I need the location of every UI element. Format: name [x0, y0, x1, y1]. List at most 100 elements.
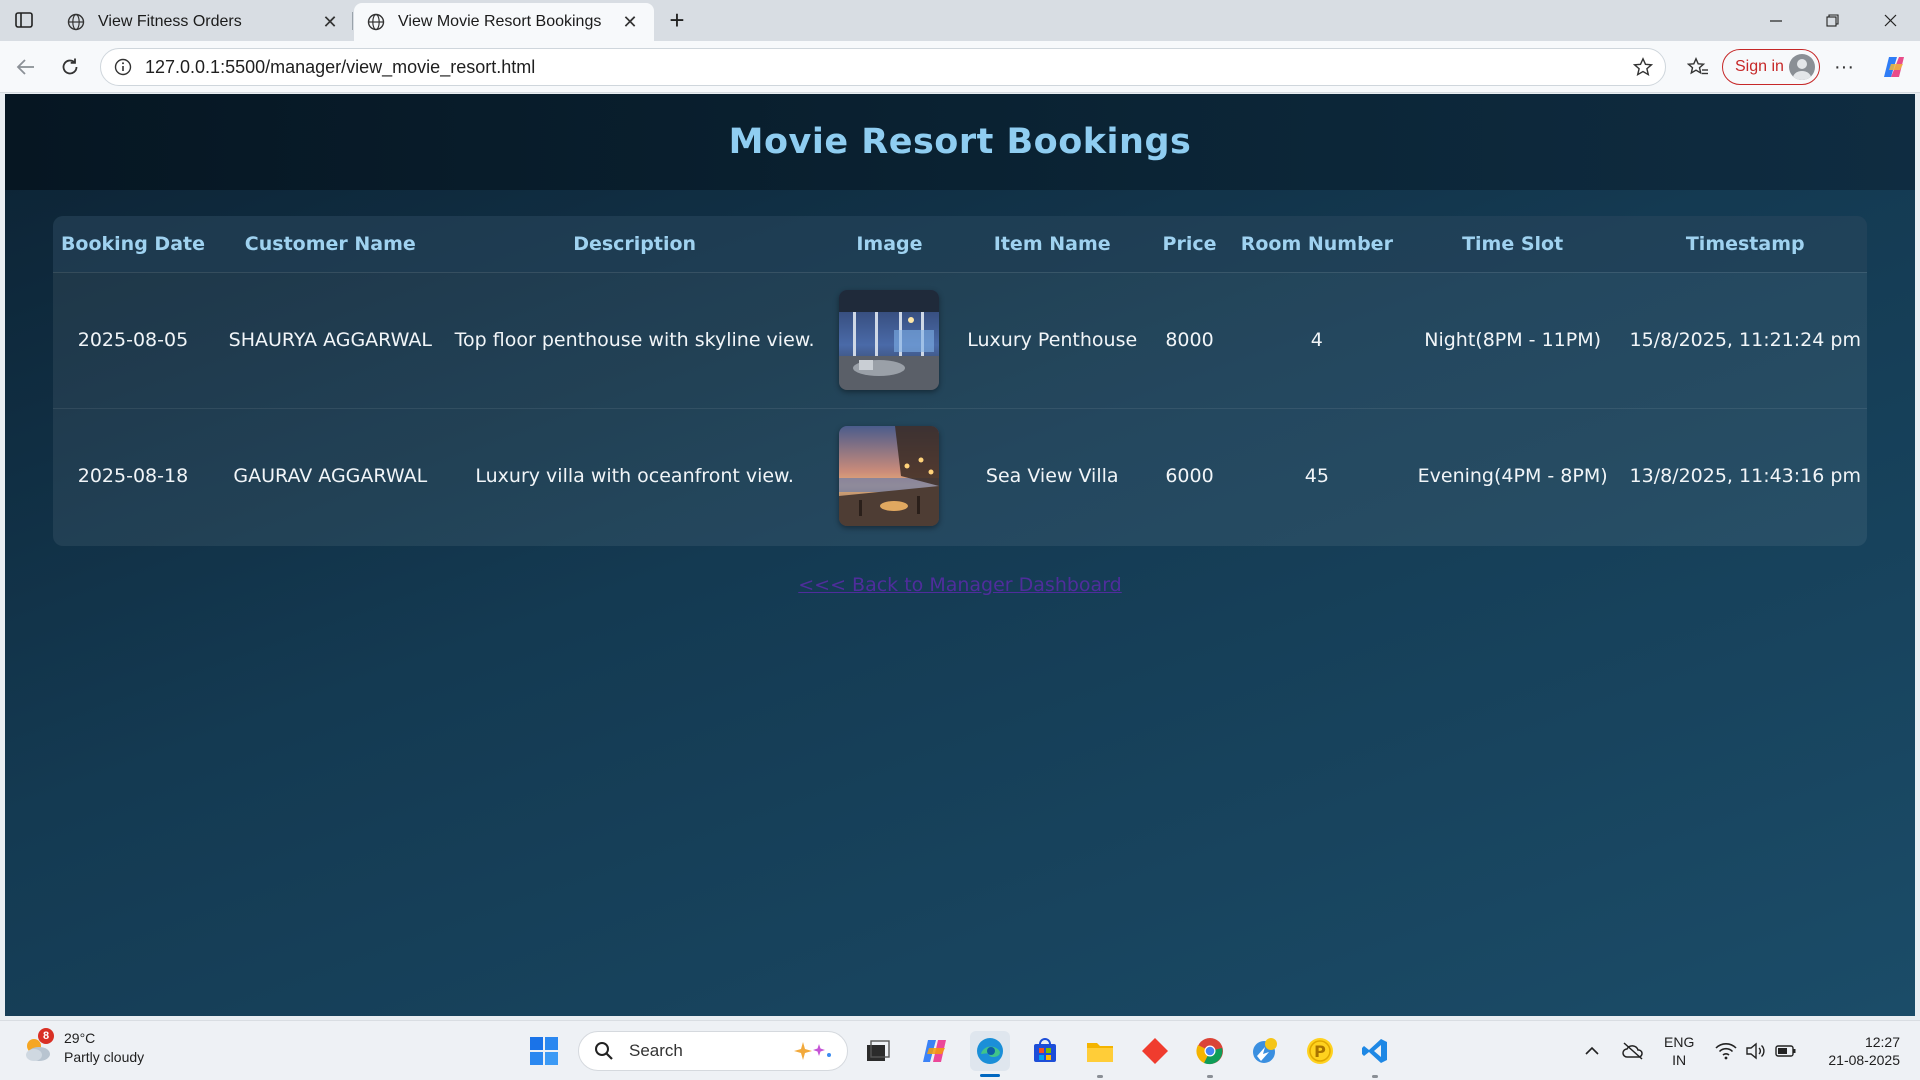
weather-widget[interactable]: 8 29°C Partly cloudy [20, 1028, 145, 1067]
cell-item-name: Sea View Villa [985, 465, 1119, 488]
vscode-icon[interactable] [1355, 1031, 1395, 1071]
edge-browser-icon[interactable] [970, 1031, 1010, 1071]
column-header-room-number: Room Number [1231, 216, 1402, 273]
copilot-app-icon[interactable] [915, 1031, 955, 1071]
table-header-row: Booking Date Customer Name Description I… [53, 216, 1867, 273]
tab-view-fitness-orders[interactable]: View Fitness Orders ✕ [54, 3, 354, 41]
python-app-icon[interactable] [1245, 1031, 1285, 1071]
page-body: Movie Resort Bookings Booking Date Custo… [5, 94, 1915, 1016]
clock-date: 21-08-2025 [1828, 1052, 1900, 1068]
sign-in-label: Sign in [1735, 58, 1784, 75]
cell-timestamp: 15/8/2025, 11:21:24 pm [1623, 272, 1867, 409]
column-header-timestamp: Timestamp [1623, 216, 1867, 273]
sparkle-icon [789, 1040, 835, 1067]
svg-text:P: P [1314, 1042, 1326, 1061]
cell-item-name: Luxury Penthouse [957, 272, 1148, 409]
browser-tab-bar: View Fitness Orders ✕ View Movie Resort … [0, 0, 1920, 41]
tab-separator [352, 12, 353, 30]
tab-view-movie-resort-bookings[interactable]: View Movie Resort Bookings ✕ [354, 3, 654, 41]
language-line-1: ENG [1664, 1034, 1695, 1050]
bookings-table-container: Booking Date Customer Name Description I… [53, 216, 1867, 546]
new-tab-button[interactable]: + [664, 7, 690, 34]
cell-price: 6000 [1165, 465, 1214, 488]
favorite-star-icon[interactable] [1631, 55, 1655, 79]
language-indicator[interactable]: ENG IN [1664, 1033, 1694, 1069]
column-header-booking-date: Booking Date [53, 216, 213, 273]
cell-booking-date: 2025-08-18 [77, 465, 189, 488]
cloud-offline-icon[interactable] [1620, 1039, 1646, 1063]
cell-description: Luxury villa with oceanfront view. [475, 465, 794, 488]
cell-price: 8000 [1147, 272, 1232, 409]
column-header-image: Image [821, 216, 958, 273]
restore-button[interactable] [1804, 0, 1860, 41]
column-header-time-slot: Time Slot [1401, 216, 1624, 273]
cell-customer-name: GAURAV AGGARWAL [233, 465, 428, 488]
weather-description: Partly cloudy [64, 1049, 145, 1065]
microsoft-store-icon[interactable] [1025, 1031, 1065, 1071]
luxury-penthouse-image [839, 290, 940, 390]
globe-icon [66, 12, 86, 32]
cell-time-slot: Evening(4PM - 8PM) [1417, 465, 1608, 488]
table-row: 2025-08-05 SHAURYA AGGARWAL Top floor pe… [53, 272, 1867, 409]
minimize-button[interactable] [1748, 0, 1804, 41]
back-arrow-icon[interactable] [10, 51, 42, 83]
clock[interactable]: 12:27 21-08-2025 [1810, 1033, 1900, 1069]
close-icon[interactable]: ✕ [620, 12, 640, 32]
cell-room-number: 4 [1231, 272, 1402, 409]
favorites-icon[interactable] [1684, 53, 1712, 81]
running-app-indicator [1097, 1075, 1103, 1078]
cell-image [822, 408, 958, 544]
cell-time-slot: Night(8PM - 11PM) [1401, 272, 1624, 409]
task-view-icon[interactable] [858, 1031, 898, 1071]
cell-booking-date: 2025-08-05 [53, 272, 213, 409]
cell-timestamp: 13/8/2025, 11:43:16 pm [1629, 465, 1861, 488]
sign-in-button[interactable]: Sign in [1722, 49, 1820, 85]
url-text[interactable]: 127.0.0.1:5500/manager/view_movie_resort… [145, 57, 1631, 78]
sea-view-villa-image [839, 426, 940, 527]
weather-icon: 8 [20, 1028, 56, 1066]
git-app-icon[interactable] [1135, 1031, 1175, 1071]
url-bar[interactable]: 127.0.0.1:5500/manager/view_movie_resort… [100, 48, 1666, 86]
back-link-container: <<< Back to Manager Dashboard [5, 574, 1915, 596]
p-app-icon[interactable]: P [1300, 1031, 1340, 1071]
back-to-dashboard-link[interactable]: <<< Back to Manager Dashboard [798, 574, 1121, 596]
table-row: 2025-08-18 GAURAV AGGARWAL Luxury villa … [53, 408, 1867, 544]
battery-icon[interactable] [1774, 1039, 1798, 1063]
avatar [1789, 54, 1815, 80]
chevron-up-icon[interactable] [1582, 1039, 1602, 1063]
close-window-button[interactable] [1862, 0, 1918, 41]
cell-room-number: 45 [1304, 465, 1329, 488]
wifi-icon[interactable] [1714, 1039, 1738, 1063]
running-app-indicator [1207, 1075, 1213, 1078]
taskbar-search[interactable]: Search [578, 1031, 848, 1071]
weather-temperature: 29°C [64, 1030, 96, 1046]
chrome-icon[interactable] [1190, 1031, 1230, 1071]
notification-badge: 8 [38, 1028, 54, 1044]
more-options-icon[interactable]: ··· [1830, 53, 1858, 81]
volume-icon[interactable] [1744, 1039, 1768, 1063]
file-explorer-icon[interactable] [1080, 1031, 1120, 1071]
copilot-icon[interactable] [1878, 51, 1910, 83]
running-app-indicator [1372, 1075, 1378, 1078]
cell-customer-name: SHAURYA AGGARWAL [212, 272, 448, 409]
page-title: Movie Resort Bookings [728, 122, 1192, 162]
column-header-price: Price [1147, 216, 1232, 273]
close-icon[interactable]: ✕ [320, 12, 340, 32]
globe-icon [366, 12, 386, 32]
taskbar: 8 29°C Partly cloudy Search P ENG IN 12:… [0, 1020, 1920, 1080]
active-app-indicator [980, 1074, 1000, 1077]
tab-label: View Movie Resort Bookings [398, 13, 602, 30]
clock-time: 12:27 [1864, 1034, 1900, 1050]
search-icon [593, 1040, 615, 1062]
address-toolbar: 127.0.0.1:5500/manager/view_movie_resort… [0, 41, 1920, 93]
start-windows-icon[interactable] [524, 1031, 564, 1071]
tab-actions-icon[interactable] [12, 9, 36, 31]
language-line-2: IN [1672, 1052, 1687, 1068]
site-info-icon[interactable] [113, 57, 133, 77]
page-header: Movie Resort Bookings [5, 94, 1915, 190]
search-placeholder: Search [629, 1041, 683, 1060]
cell-description: Top floor penthouse with skyline view. [447, 272, 822, 409]
column-header-customer-name: Customer Name [212, 216, 448, 273]
tab-label: View Fitness Orders [98, 13, 242, 30]
refresh-icon[interactable] [54, 51, 86, 83]
